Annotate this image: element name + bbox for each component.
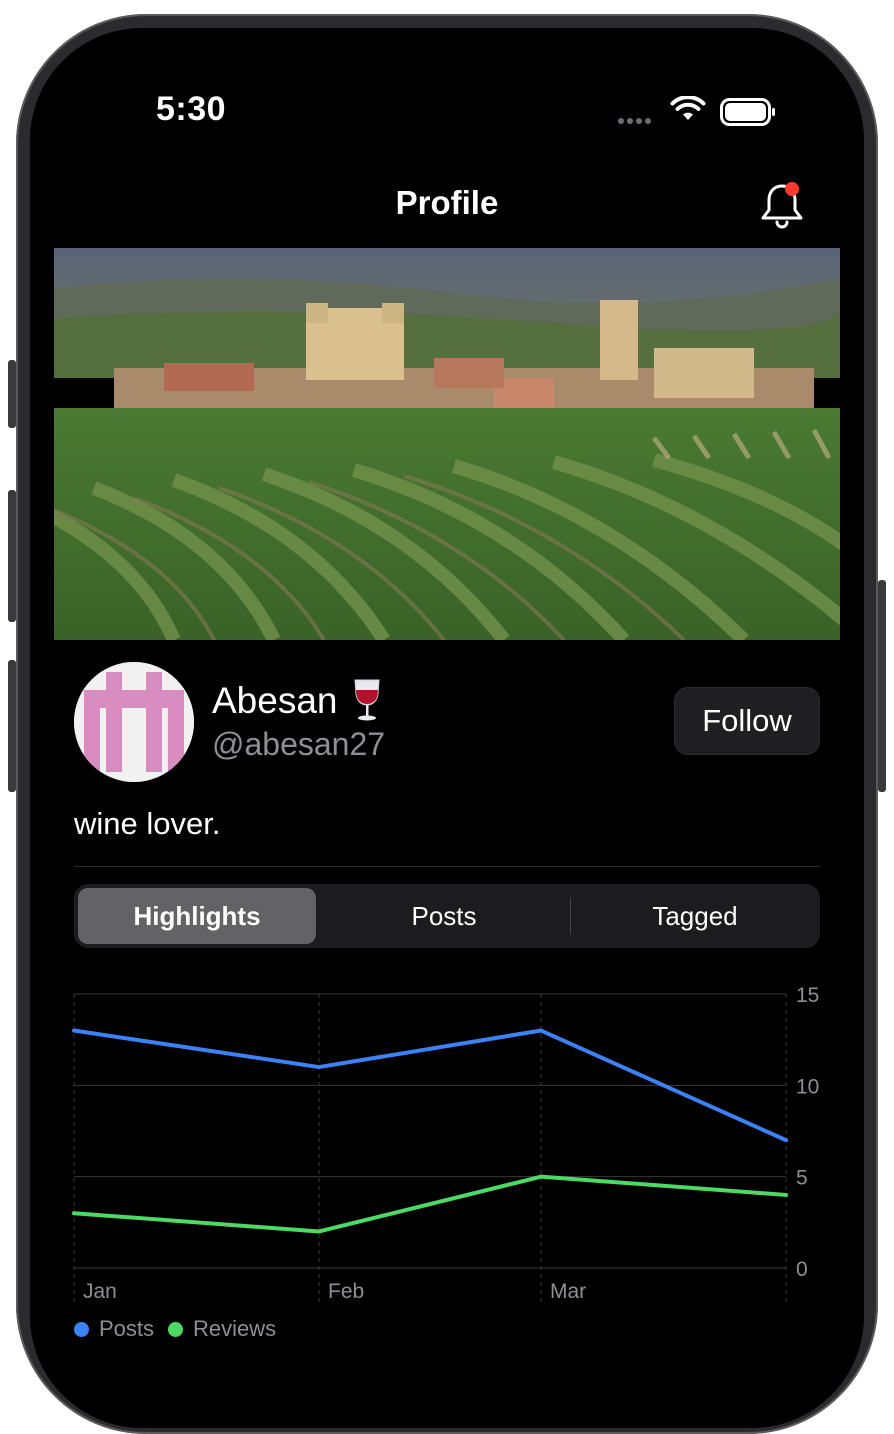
side-button-power — [878, 580, 886, 792]
y-tick-label: 0 — [796, 1258, 808, 1281]
y-tick-label: 10 — [796, 1075, 819, 1098]
legend-dot-reviews — [168, 1322, 183, 1337]
bio-text: wine lover. — [74, 806, 220, 842]
user-handle: @abesan27 — [212, 726, 385, 763]
x-tick-label: Mar — [550, 1280, 586, 1303]
profile-tabs: Highlights Posts Tagged — [74, 884, 820, 948]
signal-dots-icon — [618, 111, 658, 121]
banner-image — [54, 248, 840, 640]
screen: 5:30 Profile — [30, 28, 864, 1428]
legend-label-reviews: Reviews — [193, 1316, 276, 1342]
legend-item-posts: Posts — [74, 1316, 154, 1342]
status-time: 5:30 — [156, 90, 226, 129]
battery-icon — [720, 98, 776, 126]
bell-icon[interactable] — [758, 180, 806, 232]
y-tick-label: 15 — [796, 984, 819, 1007]
legend-item-reviews: Reviews — [168, 1316, 276, 1342]
tab-posts[interactable]: Posts — [322, 888, 566, 944]
tab-highlights[interactable]: Highlights — [78, 888, 316, 944]
avatar[interactable] — [74, 662, 194, 782]
legend-dot-posts — [74, 1322, 89, 1337]
legend-label-posts: Posts — [99, 1316, 154, 1342]
side-button-mute — [8, 360, 16, 428]
tab-tagged[interactable]: Tagged — [574, 888, 816, 944]
follow-button[interactable]: Follow — [674, 687, 820, 755]
divider — [74, 866, 820, 867]
series-line-reviews — [74, 1177, 786, 1232]
display-name: Abesan — [212, 680, 338, 722]
x-tick-label: Jan — [83, 1280, 117, 1303]
x-tick-label: Feb — [328, 1280, 364, 1303]
side-button-volume-up — [8, 490, 16, 622]
wine-glass-icon — [352, 678, 382, 722]
y-tick-label: 5 — [796, 1167, 808, 1190]
page-title: Profile — [30, 184, 864, 222]
side-button-volume-down — [8, 660, 16, 792]
tab-separator — [570, 898, 571, 934]
chart-legend: Posts Reviews — [74, 1316, 276, 1342]
wifi-icon — [670, 96, 706, 124]
notification-dot — [785, 182, 799, 196]
activity-chart: 0 5 10 15 Jan Feb Mar — [30, 968, 864, 1308]
